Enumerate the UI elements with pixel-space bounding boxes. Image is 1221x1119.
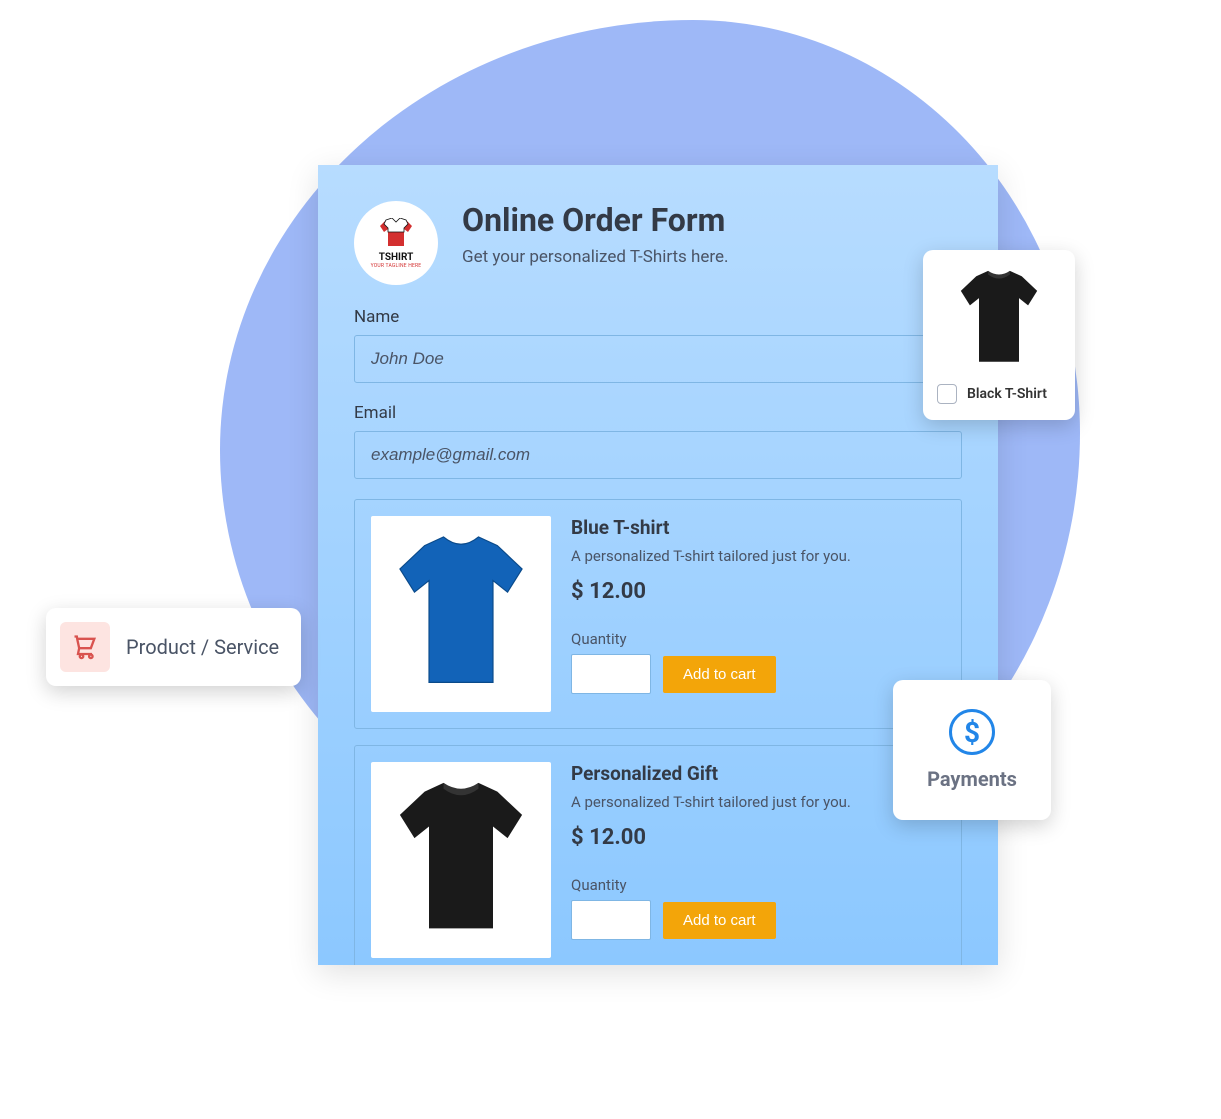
- tshirt-logo-icon: [376, 218, 416, 250]
- product-title: Personalized Gift: [571, 762, 945, 785]
- product-description: A personalized T-shirt tailored just for…: [571, 547, 945, 565]
- thumbnail-image: [937, 264, 1061, 374]
- product-image: [371, 762, 551, 958]
- quantity-label: Quantity: [571, 630, 945, 648]
- quantity-row: Add to cart: [571, 900, 945, 940]
- page-title: Online Order Form: [462, 201, 729, 239]
- payments-label: Payments: [927, 767, 1017, 791]
- email-input[interactable]: [354, 431, 962, 479]
- product-card: Blue T-shirt A personalized T-shirt tail…: [354, 499, 962, 729]
- form-header: TSHIRT YOUR TAGLINE HERE Online Order Fo…: [354, 201, 962, 285]
- product-info: Personalized Gift A personalized T-shirt…: [571, 762, 945, 958]
- thumbnail-option-row[interactable]: Black T-Shirt: [937, 384, 1061, 404]
- email-field-group: Email: [354, 403, 962, 479]
- cart-icon-box: [60, 622, 110, 672]
- thumbnail-card: Black T-Shirt: [923, 250, 1075, 420]
- order-form-panel: TSHIRT YOUR TAGLINE HERE Online Order Fo…: [318, 165, 998, 965]
- name-field-group: Name: [354, 307, 962, 383]
- product-price: $ 12.00: [571, 579, 945, 604]
- add-to-cart-button[interactable]: Add to cart: [663, 656, 776, 693]
- header-text-block: Online Order Form Get your personalized …: [462, 201, 729, 267]
- product-service-tag[interactable]: Product / Service: [46, 608, 301, 686]
- dollar-icon: $: [949, 709, 995, 755]
- thumbnail-label: Black T-Shirt: [967, 386, 1047, 402]
- product-info: Blue T-shirt A personalized T-shirt tail…: [571, 516, 945, 712]
- logo-brand-text: TSHIRT: [379, 252, 414, 263]
- email-label: Email: [354, 403, 962, 423]
- product-title: Blue T-shirt: [571, 516, 945, 539]
- product-description: A personalized T-shirt tailored just for…: [571, 793, 945, 811]
- product-image: [371, 516, 551, 712]
- product-card: Personalized Gift A personalized T-shirt…: [354, 745, 962, 965]
- quantity-input[interactable]: [571, 900, 651, 940]
- checkbox[interactable]: [937, 384, 957, 404]
- tag-label: Product / Service: [126, 635, 279, 659]
- add-to-cart-button[interactable]: Add to cart: [663, 902, 776, 939]
- brand-logo: TSHIRT YOUR TAGLINE HERE: [354, 201, 438, 285]
- tshirt-icon: [386, 780, 536, 940]
- quantity-row: Add to cart: [571, 654, 945, 694]
- payments-card[interactable]: $ Payments: [893, 680, 1051, 820]
- name-label: Name: [354, 307, 962, 327]
- page-subtitle: Get your personalized T-Shirts here.: [462, 247, 729, 267]
- logo-tagline: YOUR TAGLINE HERE: [371, 263, 422, 269]
- cart-icon: [71, 633, 99, 661]
- product-price: $ 12.00: [571, 825, 945, 850]
- quantity-input[interactable]: [571, 654, 651, 694]
- tshirt-icon: [386, 534, 536, 694]
- tshirt-icon: [949, 269, 1049, 369]
- name-input[interactable]: [354, 335, 962, 383]
- quantity-label: Quantity: [571, 876, 945, 894]
